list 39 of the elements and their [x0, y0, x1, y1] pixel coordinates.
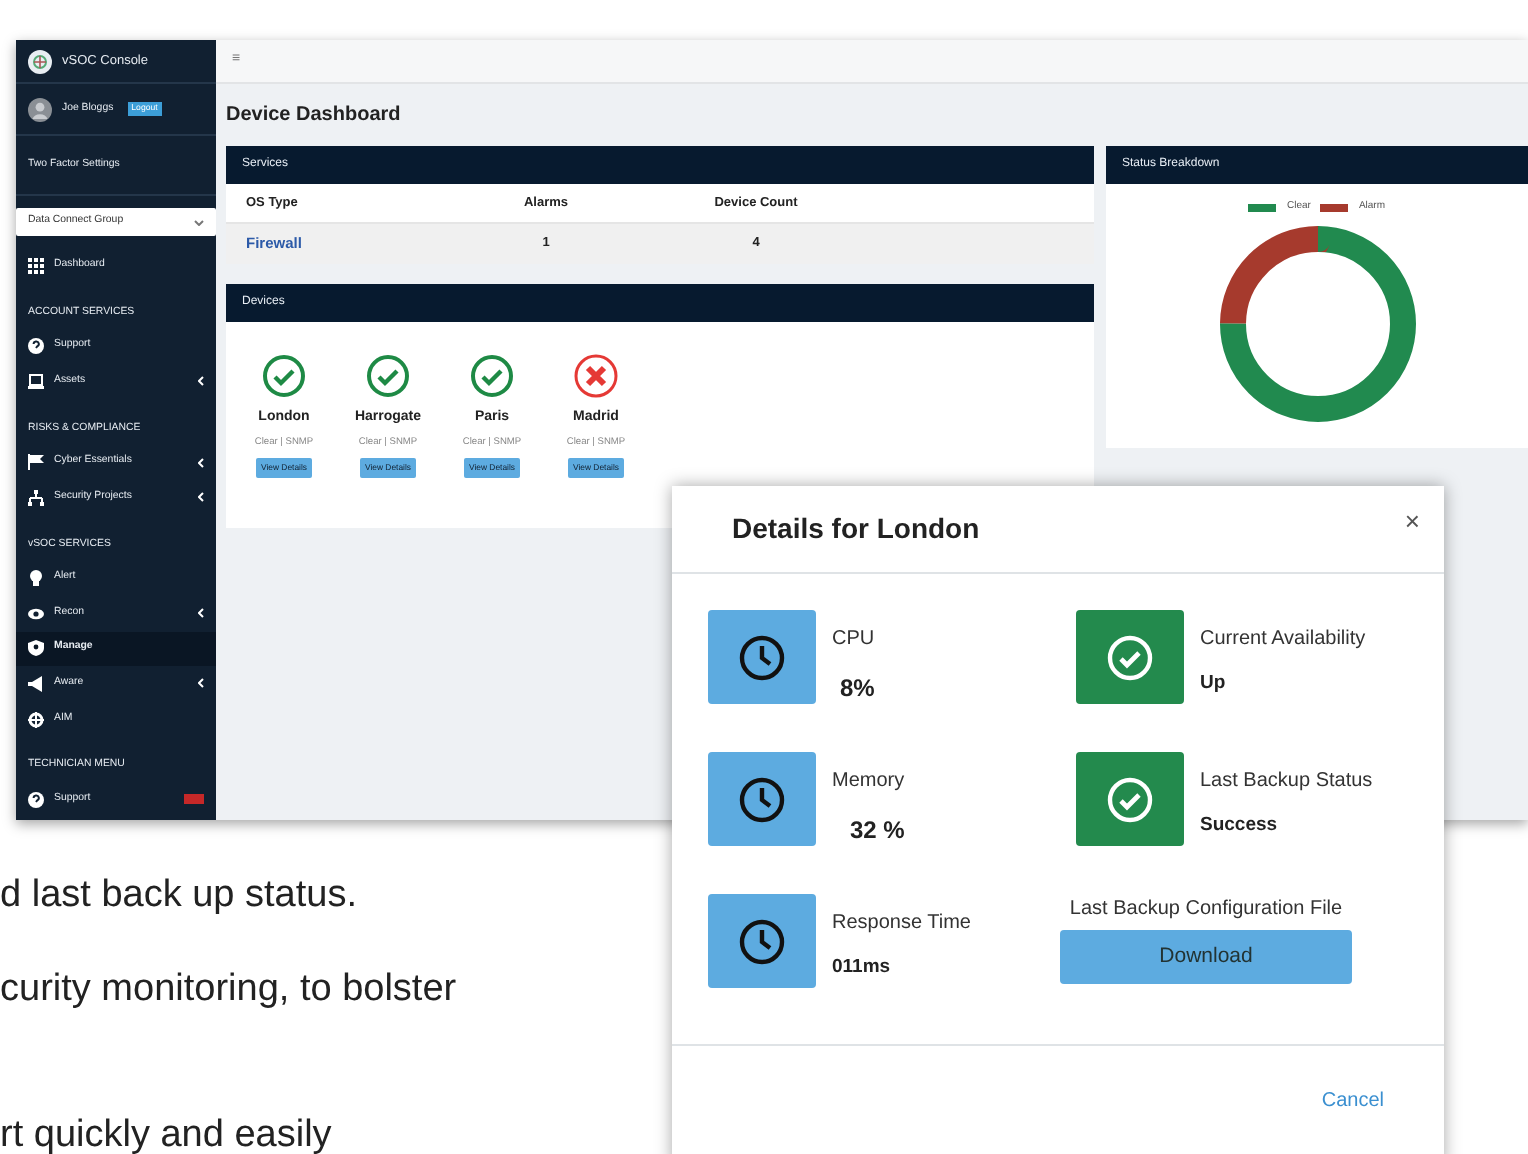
help-icon: [28, 338, 44, 355]
shield-icon: [28, 640, 44, 657]
flag-icon: [28, 454, 44, 471]
help-icon: [28, 791, 44, 808]
body-text: curity monitoring, to bolster: [0, 970, 457, 1008]
metric-value: Success: [1200, 812, 1280, 840]
metric-label: Current Availability: [1200, 626, 1366, 654]
legend-swatch: [1248, 203, 1277, 212]
metric-value: 32 %: [848, 814, 905, 848]
clock-icon: [736, 773, 788, 825]
legend-swatch: [1320, 203, 1349, 212]
body-text: d last back up status.: [0, 876, 357, 914]
megaphone-icon: [28, 675, 44, 692]
metric-value: 011ms: [832, 954, 893, 982]
metric-value: 8%: [838, 672, 875, 706]
metric-label: CPU: [832, 626, 875, 654]
bulb-icon: [28, 570, 44, 587]
grid-icon: [28, 257, 44, 274]
eye-icon: [28, 605, 44, 622]
metric-label: Response Time: [832, 910, 971, 938]
avatar-icon: [28, 97, 52, 121]
page-title: Device Dashboard: [226, 102, 403, 130]
laptop-icon: [28, 373, 44, 390]
dialog-title: Details for London: [732, 510, 980, 548]
clock-icon: [736, 631, 788, 683]
file-label: Last Backup Configuration File: [1069, 896, 1343, 924]
metric-label: Memory: [832, 768, 905, 796]
check-icon: [1104, 773, 1156, 825]
caret-icon: [194, 219, 204, 225]
close-button[interactable]: ×: [1404, 501, 1420, 541]
download-button[interactable]: Download: [1060, 930, 1352, 984]
logo-icon: [28, 49, 52, 73]
metric-label: Last Backup Status: [1200, 768, 1373, 796]
hierarchy-icon: [28, 489, 44, 506]
check-icon: [1104, 631, 1156, 683]
metric-value: Up: [1200, 670, 1228, 698]
clock-icon: [736, 915, 788, 967]
crosshair-icon: [28, 711, 44, 728]
body-text: rt quickly and easily: [0, 1116, 332, 1154]
